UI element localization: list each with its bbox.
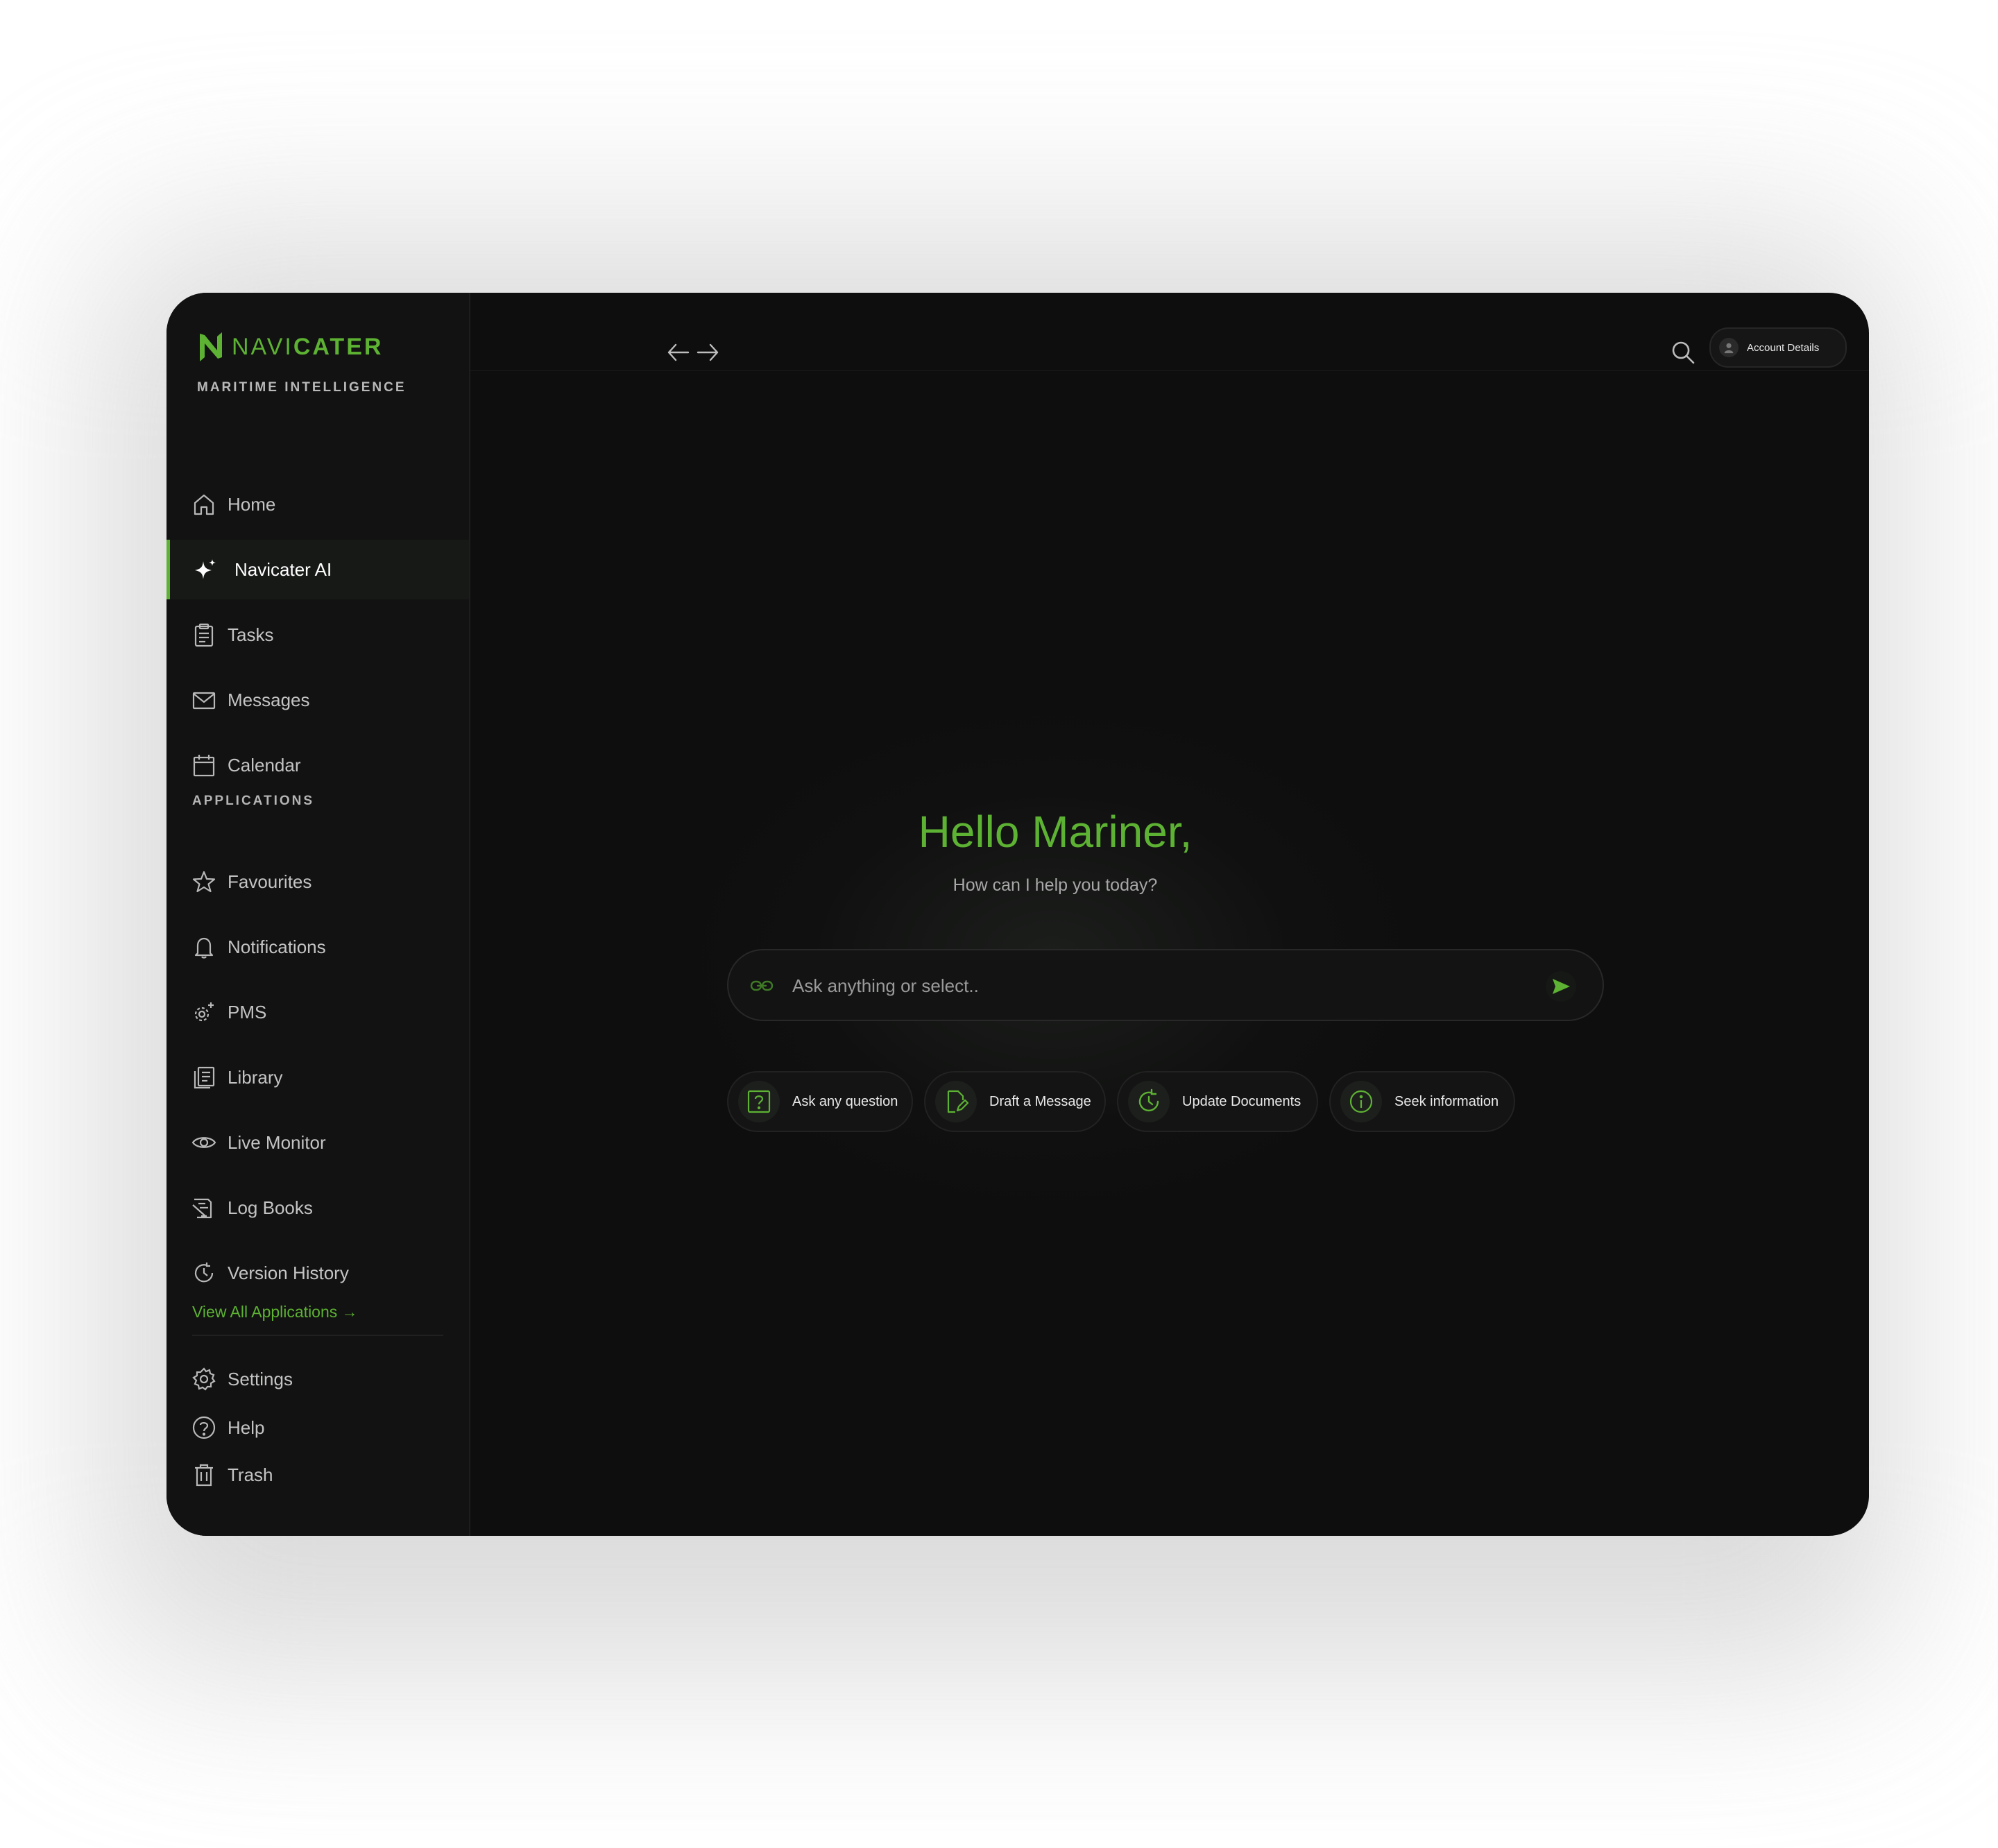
- main-area: Account Details Hello Mariner, How can I…: [469, 293, 1869, 1536]
- sidebar-item-label: Trash: [228, 1464, 273, 1485]
- app-window: NAVI CATER MARITIME INTELLIGENCE Home Nav…: [166, 293, 1869, 1536]
- brand-tagline: MARITIME INTELLIGENCE: [197, 380, 407, 395]
- sidebar-item-favourites[interactable]: Favourites: [166, 852, 469, 912]
- info-icon: [1340, 1081, 1382, 1122]
- sidebar-item-label: Favourites: [228, 871, 312, 892]
- applications-heading: APPLICATIONS: [192, 794, 315, 808]
- bell-icon: [190, 933, 218, 961]
- sidebar-item-label: Help: [228, 1417, 265, 1438]
- refresh-icon: [1128, 1081, 1170, 1122]
- trash-icon: [190, 1461, 218, 1489]
- clipboard-icon: [190, 621, 218, 649]
- chip-label: Update Documents: [1182, 1093, 1301, 1109]
- topbar-divider: [469, 370, 1869, 371]
- sidebar-item-label: Notifications: [228, 936, 326, 957]
- sidebar-item-label: Home: [228, 493, 276, 515]
- sidebar-item-home[interactable]: Home: [166, 474, 469, 534]
- chip-label: Seek information: [1394, 1093, 1499, 1109]
- sidebar-item-label: Settings: [228, 1368, 293, 1389]
- sidebar-item-trash[interactable]: Trash: [166, 1450, 469, 1500]
- sidebar-item-label: Version History: [228, 1262, 349, 1283]
- brand-name-part2: CATER: [293, 333, 384, 360]
- active-indicator: [166, 540, 170, 599]
- star-icon: [190, 868, 218, 896]
- home-icon: [190, 490, 218, 518]
- ask-input[interactable]: [791, 971, 1487, 1000]
- help-icon: [190, 1414, 218, 1441]
- back-arrow-icon[interactable]: [665, 339, 692, 366]
- view-all-applications-link[interactable]: View All Applications →: [192, 1303, 358, 1321]
- sidebar-item-messages[interactable]: Messages: [166, 670, 469, 730]
- brand-logo[interactable]: NAVI CATER: [197, 327, 383, 366]
- chip-label: Draft a Message: [989, 1093, 1091, 1109]
- sidebar-item-label: Messages: [228, 689, 310, 710]
- sidebar-item-version-history[interactable]: Version History: [166, 1243, 469, 1303]
- navicater-logo-icon: [200, 332, 222, 361]
- sidebar-item-library[interactable]: Library: [166, 1047, 469, 1107]
- sidebar-item-label: PMS: [228, 1001, 267, 1023]
- gears-icon: [190, 998, 218, 1026]
- chip-update-documents[interactable]: Update Documents: [1117, 1071, 1318, 1132]
- sidebar-item-help[interactable]: Help: [166, 1403, 469, 1453]
- sidebar: NAVI CATER MARITIME INTELLIGENCE Home Nav…: [166, 293, 470, 1536]
- sidebar-item-notifications[interactable]: Notifications: [166, 917, 469, 977]
- sidebar-item-log-books[interactable]: Log Books: [166, 1178, 469, 1238]
- account-details-button[interactable]: Account Details: [1709, 327, 1847, 368]
- brand-name-part1: NAVI: [232, 333, 293, 360]
- gear-icon: [190, 1365, 218, 1393]
- sparkle-icon: [191, 556, 219, 583]
- sidebar-item-label: Library: [228, 1066, 283, 1088]
- ask-input-bar[interactable]: [727, 949, 1604, 1021]
- sidebar-item-calendar[interactable]: Calendar: [166, 735, 469, 795]
- sidebar-item-label: Calendar: [228, 754, 301, 776]
- sidebar-item-settings[interactable]: Settings: [166, 1354, 469, 1404]
- chip-label: Ask any question: [792, 1093, 898, 1109]
- sidebar-divider: [192, 1335, 443, 1336]
- greeting-heading: Hello Mariner,: [918, 807, 1193, 857]
- send-icon: [1553, 979, 1570, 994]
- sidebar-item-pms[interactable]: PMS: [166, 982, 469, 1042]
- sidebar-item-navicater-ai[interactable]: Navicater AI: [166, 540, 469, 599]
- question-icon: [738, 1081, 780, 1122]
- chip-seek-information[interactable]: Seek information: [1329, 1071, 1515, 1132]
- logbook-icon: [190, 1194, 218, 1222]
- calendar-icon: [190, 751, 218, 779]
- sidebar-item-live-monitor[interactable]: Live Monitor: [166, 1113, 469, 1172]
- avatar: [1719, 338, 1739, 357]
- mail-icon: [190, 686, 218, 714]
- sidebar-item-tasks[interactable]: Tasks: [166, 605, 469, 665]
- sidebar-item-label: Tasks: [228, 624, 274, 645]
- search-icon[interactable]: [1669, 339, 1697, 366]
- chip-ask-question[interactable]: Ask any question: [727, 1071, 913, 1132]
- eye-icon: [190, 1129, 218, 1156]
- sidebar-item-label: Live Monitor: [228, 1131, 326, 1153]
- link-icon[interactable]: [749, 975, 774, 996]
- history-icon: [190, 1259, 218, 1287]
- chip-draft-message[interactable]: Draft a Message: [924, 1071, 1106, 1132]
- forward-arrow-icon[interactable]: [694, 339, 722, 366]
- draft-icon: [935, 1081, 977, 1122]
- greeting-subtitle: How can I help you today?: [953, 875, 1158, 895]
- library-icon: [190, 1063, 218, 1091]
- account-details-label: Account Details: [1747, 341, 1820, 354]
- send-button[interactable]: [1546, 971, 1576, 1002]
- sidebar-item-label: Navicater AI: [234, 558, 332, 580]
- sidebar-item-label: Log Books: [228, 1197, 313, 1218]
